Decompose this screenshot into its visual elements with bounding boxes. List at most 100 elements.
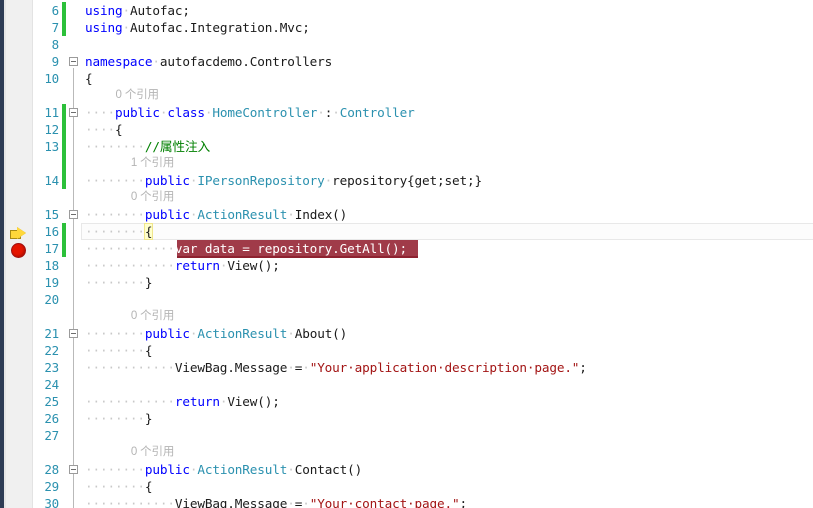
code-token: }	[144, 275, 153, 290]
code-token: ·	[287, 360, 295, 375]
code-token: ········	[85, 326, 145, 341]
line-number: 14	[44, 173, 59, 188]
code-token: ;	[579, 360, 587, 375]
codelens-reference-count[interactable]: 0 个引用	[116, 87, 159, 104]
code-line[interactable]: ········{	[85, 478, 153, 495]
change-bar	[62, 2, 66, 36]
line-number: 27	[44, 428, 59, 443]
line-number: 7	[51, 20, 60, 35]
codelens-reference-count[interactable]: 0 个引用	[131, 308, 174, 325]
code-token: {	[85, 71, 93, 86]
breakpoint-margin[interactable]	[6, 0, 33, 508]
code-line[interactable]: namespace·autofacdemo.Controllers	[85, 53, 332, 70]
change-bar	[62, 223, 66, 257]
code-token: HomeController	[212, 105, 318, 120]
code-token: ·	[287, 207, 295, 222]
fold-toggle-11[interactable]	[69, 108, 78, 117]
code-token: ············	[85, 258, 175, 273]
code-token: Controller	[339, 105, 415, 120]
code-line[interactable]: ········{	[85, 342, 153, 359]
breakpoint-circle-icon[interactable]	[9, 240, 28, 259]
line-number: 20	[44, 292, 59, 307]
code-line[interactable]: ············var data = repository.GetAll…	[85, 240, 407, 257]
code-line[interactable]: {	[85, 70, 93, 87]
code-token: ActionResult	[197, 462, 288, 477]
fold-toggle-15[interactable]	[69, 210, 78, 219]
code-line[interactable]: ············ViewBag.Message·=·"Your·cont…	[85, 495, 467, 508]
code-token: ActionResult	[197, 326, 288, 341]
code-token: View();	[227, 394, 280, 409]
code-line[interactable]: ············return·View();	[85, 257, 280, 274]
code-token: IPersonRepository	[197, 173, 325, 188]
outlining-gutter[interactable]	[67, 0, 81, 508]
code-token: namespace	[85, 54, 153, 69]
code-token: public	[144, 326, 190, 341]
line-number: 6	[51, 3, 60, 18]
code-token: Autofac;	[129, 3, 190, 18]
fold-toggle-28[interactable]	[69, 465, 78, 474]
code-line[interactable]: ········}	[85, 274, 153, 291]
code-line[interactable]: using·Autofac.Integration.Mvc;	[85, 19, 310, 36]
code-token: public	[144, 462, 190, 477]
code-token: return	[174, 394, 220, 409]
line-number: 9	[51, 54, 60, 69]
line-number: 10	[44, 71, 59, 86]
fold-toggle-21[interactable]	[69, 329, 78, 338]
codelens-reference-count[interactable]: 0 个引用	[131, 444, 174, 461]
code-line[interactable]: ········{	[85, 223, 154, 240]
code-token: public	[144, 207, 190, 222]
fold-guide-line	[73, 68, 74, 508]
line-number: 15	[44, 207, 59, 222]
line-number: 21	[44, 326, 59, 341]
line-number: 23	[44, 360, 59, 375]
code-token: //属性注入	[144, 139, 211, 154]
current-line-highlight	[81, 223, 813, 240]
line-number: 28	[44, 462, 59, 477]
fold-toggle-9[interactable]	[69, 57, 78, 66]
code-token: using	[85, 3, 123, 18]
code-line[interactable]: using·Autofac;	[85, 2, 190, 19]
code-token: ········	[85, 411, 145, 426]
code-token: ········	[85, 343, 145, 358]
code-line[interactable]: ········public·ActionResult·Index()	[85, 206, 347, 223]
code-line[interactable]: ····{	[85, 121, 123, 138]
code-line[interactable]: ········public·ActionResult·Contact()	[85, 461, 362, 478]
code-token: View();	[227, 258, 280, 273]
code-token: ····	[85, 105, 115, 120]
code-token: autofacdemo.Controllers	[159, 54, 333, 69]
code-line[interactable]: ········public·ActionResult·About()	[85, 325, 347, 342]
codelens-reference-count[interactable]: 0 个引用	[131, 189, 174, 206]
code-line[interactable]: ········//属性注入	[85, 138, 210, 155]
code-token: ············	[85, 360, 175, 375]
code-token: ············	[85, 496, 175, 508]
code-token: ········	[85, 462, 145, 477]
code-line[interactable]: ············return·View();	[85, 393, 280, 410]
code-token: ·	[302, 360, 310, 375]
code-token: Contact()	[294, 462, 363, 477]
code-token: public	[114, 105, 160, 120]
code-token: ·	[287, 326, 295, 341]
line-number-gutter: 6 7 8 9 10 11 12 13 14 15 16 17 18 19 20 21 22 23 24 25 26 27…	[33, 0, 61, 508]
codelens-reference-count[interactable]: 1 个引用	[131, 155, 174, 172]
line-number: 29	[44, 479, 59, 494]
code-line[interactable]: ····public·class·HomeController·:·Contro…	[85, 104, 415, 121]
code-token: {	[144, 343, 153, 358]
code-token: ·	[317, 105, 325, 120]
code-token: ········	[85, 224, 145, 239]
code-line[interactable]: ········public·IPersonRepository·reposit…	[85, 172, 482, 189]
code-token: ;	[459, 496, 467, 508]
code-editor: 6 7 8 9 10 11 12 13 14 15 16 17 18 19 20 21 22 23 24 25 26 27…	[0, 0, 813, 508]
code-line[interactable]: ········}	[85, 410, 153, 427]
code-token: ·	[152, 54, 160, 69]
line-number: 11	[44, 105, 59, 120]
code-token: ·	[332, 105, 340, 120]
line-number: 22	[44, 343, 59, 358]
code-token: ·	[287, 462, 295, 477]
code-token: About()	[294, 326, 348, 341]
code-surface[interactable]: using·Autofac; using·Autofac.Integration.…	[81, 0, 813, 508]
code-token: ·	[302, 496, 310, 508]
code-token: ViewBag.Message	[174, 496, 288, 508]
code-token: ·	[122, 3, 130, 18]
code-token: ········	[85, 479, 145, 494]
code-line[interactable]: ············ViewBag.Message·=·"Your·appl…	[85, 359, 587, 376]
